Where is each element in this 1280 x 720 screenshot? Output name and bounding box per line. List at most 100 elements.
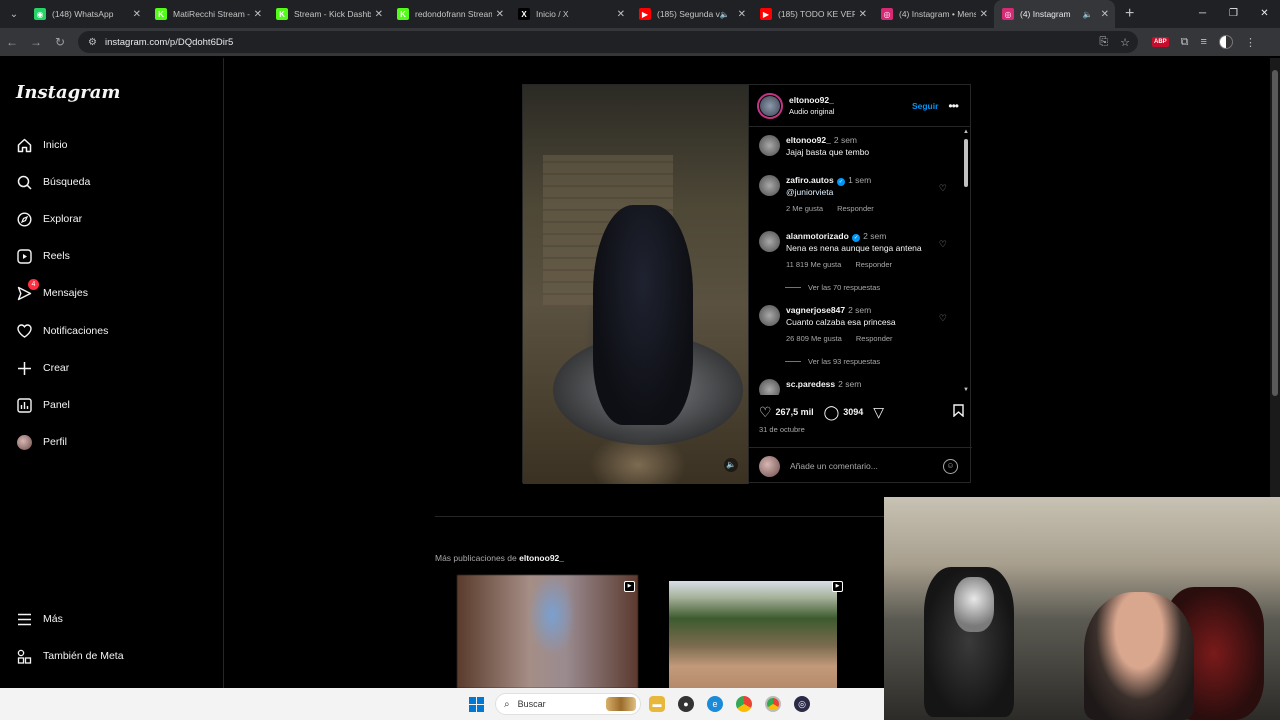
nav-item-mensajes[interactable]: 4 Mensajes [16, 279, 88, 306]
browser-tab[interactable]: X Inicio / X ✕ [510, 0, 631, 28]
taskbar-search[interactable]: ⌕ Buscar [495, 693, 641, 715]
back-button[interactable]: ← [0, 35, 24, 49]
nav-item-notificaciones[interactable]: Notificaciones [16, 318, 108, 344]
speaker-icon[interactable]: 🔈 [720, 10, 730, 19]
adblock-extension-icon[interactable]: ABP [1152, 37, 1169, 47]
close-tab-icon[interactable]: ✕ [496, 9, 504, 20]
windows-start-icon[interactable] [469, 697, 484, 712]
more-options-icon[interactable]: ••• [948, 99, 959, 113]
edge-icon[interactable]: e [707, 696, 723, 712]
more-posts-user[interactable]: eltonoo92_ [519, 553, 564, 563]
nav-item-explorar[interactable]: Explorar [16, 206, 82, 232]
comment-avatar[interactable] [758, 379, 780, 395]
media-control-icon[interactable]: ≡ [1201, 36, 1207, 48]
browser-menu-icon[interactable]: ⋮ [1245, 36, 1256, 49]
audio-label[interactable]: Audio original [789, 106, 834, 117]
browser-tab[interactable]: ◎ (4) Instagram 🔈 ✕ [994, 0, 1115, 28]
more-post-thumbnail[interactable] [669, 581, 837, 688]
comment-username[interactable]: zafiro.autos [786, 175, 834, 185]
emoji-icon[interactable]: ☺ [942, 458, 958, 474]
reload-button[interactable]: ↻ [48, 35, 72, 49]
reply-button[interactable]: Responder [856, 334, 893, 343]
add-comment-input[interactable]: Añade un comentario... [790, 461, 878, 471]
comment-avatar[interactable] [758, 175, 780, 196]
browser-tab[interactable]: Kredondofrann Stream ✕ [389, 0, 510, 28]
scroll-down-arrow-icon[interactable]: ▼ [963, 387, 969, 393]
browser-tab[interactable]: ▶ (185) TODO KE VER C ✕ [752, 0, 873, 28]
nav-item-inicio[interactable]: Inicio [16, 132, 68, 158]
comment-likes[interactable]: 2 Me gusta [786, 204, 823, 213]
close-tab-icon[interactable]: ✕ [980, 9, 988, 20]
comments-scrollbar[interactable]: ▲ ▼ [962, 129, 969, 393]
close-window-button[interactable]: ✕ [1249, 0, 1280, 28]
instagram-logo[interactable]: Instagram [16, 82, 120, 103]
more-post-thumbnail[interactable] [457, 575, 638, 688]
comment-avatar[interactable] [758, 305, 780, 326]
author-avatar[interactable] [756, 92, 783, 119]
comment-username[interactable]: sc.paredess [786, 379, 835, 389]
comments-scroll-thumb[interactable] [964, 139, 968, 187]
chrome-icon[interactable] [736, 696, 752, 712]
nav-meta[interactable]: También de Meta [16, 643, 124, 669]
file-explorer-icon[interactable]: ▬ [649, 696, 665, 712]
new-tab-button[interactable]: + [1125, 5, 1134, 23]
nav-item-perfil[interactable]: Perfil [16, 429, 67, 455]
install-app-icon[interactable]: ⎘ [1099, 36, 1108, 49]
share-send-icon[interactable]: ▽ [873, 404, 884, 421]
comment-like-heart-icon[interactable]: ♡ [939, 313, 947, 324]
obs-icon[interactable]: ● [678, 696, 694, 712]
browser-tab[interactable]: K MatiRecchi Stream - K ✕ [147, 0, 268, 28]
app-icon[interactable]: ◎ [794, 696, 810, 712]
author-username[interactable]: eltonoo92_ [789, 95, 834, 106]
close-tab-icon[interactable]: ✕ [375, 9, 383, 20]
extensions-icon[interactable]: ⧉ [1181, 36, 1189, 49]
comment-username[interactable]: alanmotorizado [786, 231, 849, 241]
site-info-icon[interactable]: ⚙ [88, 37, 97, 48]
close-tab-icon[interactable]: ✕ [859, 9, 867, 20]
like-heart-icon[interactable]: ♡ [759, 404, 772, 421]
scroll-up-arrow-icon[interactable]: ▲ [963, 129, 969, 135]
view-replies-button[interactable]: Ver las 93 respuestas [784, 357, 880, 366]
bookmark-star-icon[interactable]: ☆ [1120, 36, 1130, 49]
page-scroll-thumb[interactable] [1272, 70, 1278, 396]
nav-item-reels[interactable]: Reels [16, 243, 70, 269]
close-tab-icon[interactable]: ✕ [738, 9, 746, 20]
post-video[interactable]: 🔈 [523, 85, 748, 484]
nav-item-busqueda[interactable]: Búsqueda [16, 169, 90, 195]
profile-avatar[interactable] [1218, 35, 1233, 49]
comment-avatar[interactable] [758, 231, 780, 252]
reply-button[interactable]: Responder [855, 260, 892, 269]
nav-item-crear[interactable]: Crear [16, 355, 69, 381]
speaker-icon[interactable]: 🔈 [1083, 10, 1093, 19]
close-tab-icon[interactable]: ✕ [1101, 9, 1109, 20]
comments-count[interactable]: 3094 [843, 407, 863, 417]
browser-tab[interactable]: K Stream - Kick Dashbo ✕ [268, 0, 389, 28]
comment-username[interactable]: vagnerjose847 [786, 305, 845, 315]
comment-like-heart-icon[interactable]: ♡ [939, 183, 947, 194]
comment-avatar[interactable] [758, 135, 780, 156]
close-tab-icon[interactable]: ✕ [254, 9, 262, 20]
comment-like-heart-icon[interactable]: ♡ [939, 239, 947, 250]
tab-search-button[interactable]: ⌄ [2, 2, 26, 26]
volume-icon[interactable]: 🔈 [723, 458, 738, 472]
likes-count[interactable]: 267,5 mil [776, 407, 814, 417]
nav-more[interactable]: Más [16, 606, 63, 632]
close-tab-icon[interactable]: ✕ [617, 9, 625, 20]
chrome-profile-icon[interactable] [765, 696, 781, 712]
comment-likes[interactable]: 11 819 Me gusta [786, 260, 841, 269]
follow-button[interactable]: Seguir [912, 101, 938, 111]
comment-bubble-icon[interactable]: ◯ [824, 404, 840, 421]
close-tab-icon[interactable]: ✕ [133, 9, 141, 20]
nav-item-panel[interactable]: Panel [16, 392, 70, 418]
browser-tab[interactable]: ◎ (4) Instagram • Mens ✕ [873, 0, 994, 28]
comment-mention[interactable]: @juniorvieta [786, 187, 833, 197]
minimize-button[interactable]: ─ [1187, 0, 1218, 28]
comment-username[interactable]: eltonoo92_ [786, 135, 831, 145]
save-bookmark-icon[interactable] [953, 404, 964, 420]
view-replies-button[interactable]: Ver las 70 respuestas [784, 283, 880, 292]
reply-button[interactable]: Responder [837, 204, 874, 213]
restore-button[interactable]: ❐ [1218, 0, 1249, 28]
comment-likes[interactable]: 26 809 Me gusta [786, 334, 842, 343]
address-bar[interactable]: ⚙ instagram.com/p/DQdoht6Dir5 ⎘ ☆ [78, 31, 1138, 53]
browser-tab[interactable]: ▶ (185) Segunda vo 🔈 ✕ [631, 0, 752, 28]
